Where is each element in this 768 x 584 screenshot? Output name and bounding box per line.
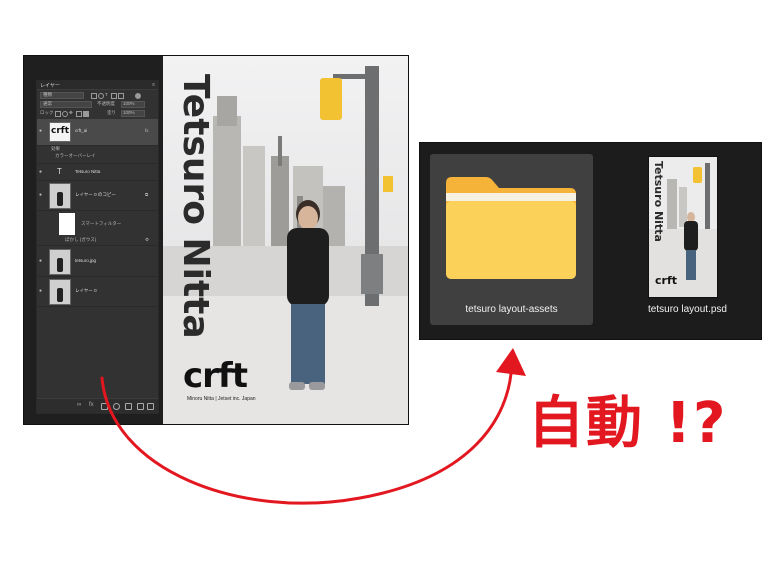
arrow-head-icon (496, 348, 526, 376)
red-arrow (100, 348, 526, 505)
annotation-text: 自動 !? (528, 391, 728, 456)
